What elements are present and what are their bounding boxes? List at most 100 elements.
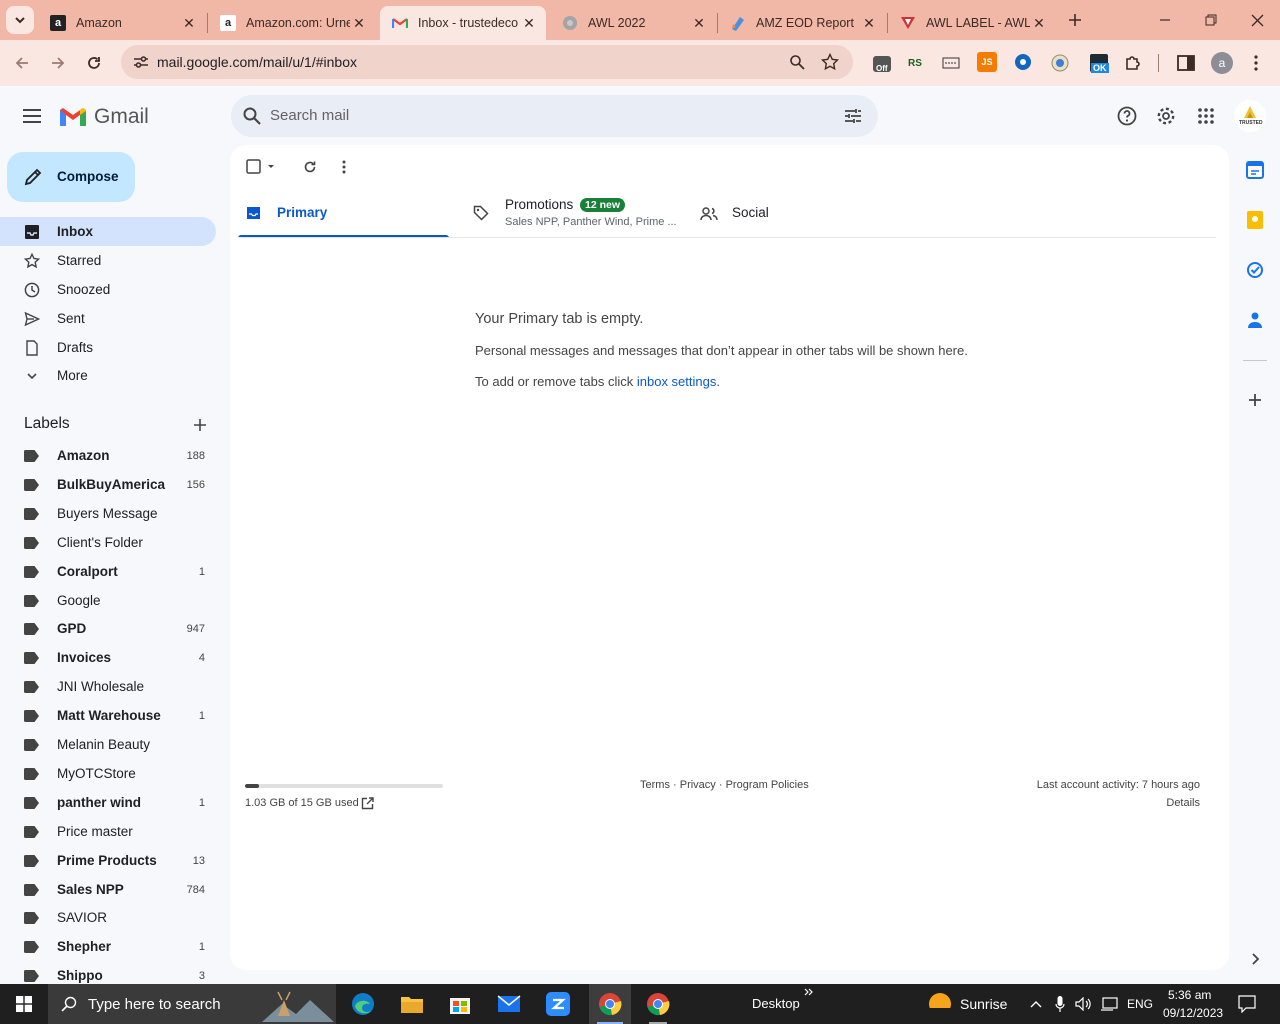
add-label-icon[interactable] <box>190 415 210 435</box>
minimize-button[interactable] <box>1150 6 1180 34</box>
label-item[interactable]: Shepher 1 <box>0 933 216 962</box>
zoom-icon[interactable] <box>789 54 805 70</box>
browser-tab-amazon[interactable]: a Amazon ✕ <box>38 6 206 40</box>
weather-label[interactable]: Sunrise <box>960 996 1007 1012</box>
browser-menu-icon[interactable] <box>1245 52 1267 74</box>
close-tab-icon[interactable]: ✕ <box>180 15 198 32</box>
zoom-app-icon[interactable] <box>541 988 575 1020</box>
extension-coin-icon[interactable] <box>1049 52 1071 74</box>
chevron-up-icon[interactable] <box>1028 996 1044 1012</box>
double-chevron-icon[interactable] <box>802 986 814 998</box>
microsoft-store-icon[interactable] <box>443 988 477 1020</box>
browser-tab-awl-2022[interactable]: AWL 2022 ✕ <box>550 6 716 40</box>
label-item[interactable]: GPD 947 <box>0 615 216 644</box>
account-avatar[interactable]: TRUSTED <box>1234 100 1266 132</box>
tab-promotions[interactable]: Promotions 12 new Sales NPP, Panther Win… <box>463 189 677 238</box>
inbox-settings-link[interactable]: inbox settings <box>637 374 717 389</box>
microphone-icon[interactable] <box>1052 996 1068 1012</box>
search-options-icon[interactable] <box>843 106 863 126</box>
contacts-icon[interactable] <box>1245 310 1265 330</box>
keep-icon[interactable] <box>1245 210 1265 230</box>
details-link[interactable]: Details <box>1166 797 1200 809</box>
terms-link[interactable]: Terms <box>640 779 670 791</box>
extension-ok-icon[interactable]: OK <box>1087 50 1111 76</box>
label-item[interactable]: Sales NPP 784 <box>0 876 216 905</box>
taskbar-search-box[interactable]: Type here to search <box>48 984 336 1024</box>
show-side-panel-icon[interactable] <box>1245 949 1265 969</box>
mail-app-icon[interactable] <box>492 988 526 1020</box>
browser-tab-awl-label[interactable]: AWL LABEL - AWL ✕ <box>888 6 1056 40</box>
help-icon[interactable] <box>1115 104 1139 128</box>
close-tab-icon[interactable]: ✕ <box>860 15 878 32</box>
nav-drafts[interactable]: Drafts <box>0 333 216 362</box>
label-item[interactable]: JNI Wholesale <box>0 673 216 702</box>
close-tab-icon[interactable]: ✕ <box>690 15 708 32</box>
tab-primary[interactable]: Primary <box>238 189 449 238</box>
clock-date[interactable]: 09/12/2023 <box>1163 1006 1223 1020</box>
privacy-link[interactable]: Privacy <box>680 779 716 791</box>
open-external-icon[interactable] <box>359 795 375 811</box>
apps-grid-icon[interactable] <box>1194 104 1218 128</box>
network-icon[interactable] <box>1099 996 1119 1012</box>
label-item[interactable]: Buyers Message <box>0 500 216 529</box>
label-item[interactable]: Google <box>0 587 216 616</box>
back-button[interactable] <box>8 49 36 77</box>
close-window-button[interactable] <box>1242 6 1272 34</box>
address-bar[interactable]: mail.google.com/mail/u/1/#inbox <box>121 45 853 79</box>
extension-rs-icon[interactable]: RS <box>904 52 926 74</box>
new-tab-button[interactable] <box>1063 8 1087 32</box>
weather-sun-icon[interactable] <box>926 990 954 1018</box>
close-tab-icon[interactable]: ✕ <box>520 15 538 32</box>
label-item[interactable]: Price master <box>0 818 216 847</box>
label-item[interactable]: Matt Warehouse 1 <box>0 702 216 731</box>
browser-tab-amz-eod[interactable]: AMZ EOD Report ✕ <box>718 6 886 40</box>
calendar-icon[interactable] <box>1245 160 1265 180</box>
label-item[interactable]: Amazon 188 <box>0 442 216 471</box>
get-addons-plus-icon[interactable] <box>1245 390 1265 410</box>
nav-starred[interactable]: Starred <box>0 246 216 275</box>
nav-sent[interactable]: Sent <box>0 304 216 333</box>
profile-avatar[interactable]: a <box>1211 52 1233 74</box>
desktop-toolbar-label[interactable]: Desktop <box>752 996 800 1011</box>
extension-js-icon[interactable]: JS <box>977 52 997 72</box>
nav-snoozed[interactable]: Snoozed <box>0 275 216 304</box>
tasks-icon[interactable] <box>1245 260 1265 280</box>
chrome-profile-b-taskbar-button[interactable] <box>637 984 679 1024</box>
label-item[interactable]: Client's Folder <box>0 529 216 558</box>
label-item[interactable]: Invoices 4 <box>0 644 216 673</box>
search-icon[interactable] <box>241 105 263 127</box>
tab-social[interactable]: Social <box>693 189 904 238</box>
clock-time[interactable]: 5:36 am <box>1168 988 1211 1002</box>
select-all-checkbox[interactable] <box>246 159 278 175</box>
extension-tag-icon[interactable] <box>940 52 962 74</box>
nav-more[interactable]: More <box>0 361 216 390</box>
program-policies-link[interactable]: Program Policies <box>726 779 809 791</box>
extension-blue-circle-icon[interactable] <box>1013 52 1033 72</box>
label-item[interactable]: Melanin Beauty <box>0 731 216 760</box>
start-button[interactable] <box>0 984 48 1024</box>
forward-button[interactable] <box>44 49 72 77</box>
search-input[interactable]: Search mail <box>270 107 349 124</box>
site-info-icon[interactable] <box>133 54 149 70</box>
label-item[interactable]: SAVIOR <box>0 904 216 933</box>
language-indicator[interactable]: ENG <box>1127 997 1153 1011</box>
reload-button[interactable] <box>80 49 108 77</box>
side-panel-icon[interactable] <box>1175 52 1197 74</box>
label-item[interactable]: BulkBuyAmerica 156 <box>0 471 216 500</box>
close-tab-icon[interactable]: ✕ <box>1030 15 1048 32</box>
restore-button[interactable] <box>1196 6 1226 34</box>
label-item[interactable]: Prime Products 13 <box>0 847 216 876</box>
label-item[interactable]: MyOTCStore <box>0 760 216 789</box>
refresh-icon[interactable] <box>300 157 320 177</box>
label-item[interactable]: panther wind 1 <box>0 789 216 818</box>
extension-off-icon[interactable]: Off <box>870 52 894 76</box>
nav-inbox[interactable]: Inbox <box>0 217 216 246</box>
volume-icon[interactable] <box>1074 996 1092 1012</box>
file-explorer-icon[interactable] <box>395 988 429 1020</box>
settings-gear-icon[interactable] <box>1154 104 1178 128</box>
notifications-icon[interactable] <box>1236 994 1258 1014</box>
edge-icon[interactable] <box>346 988 380 1020</box>
extensions-puzzle-icon[interactable] <box>1122 52 1144 74</box>
more-options-icon[interactable] <box>334 157 354 177</box>
browser-tab-inbox[interactable]: Inbox - trustedeco ✕ <box>380 6 546 40</box>
